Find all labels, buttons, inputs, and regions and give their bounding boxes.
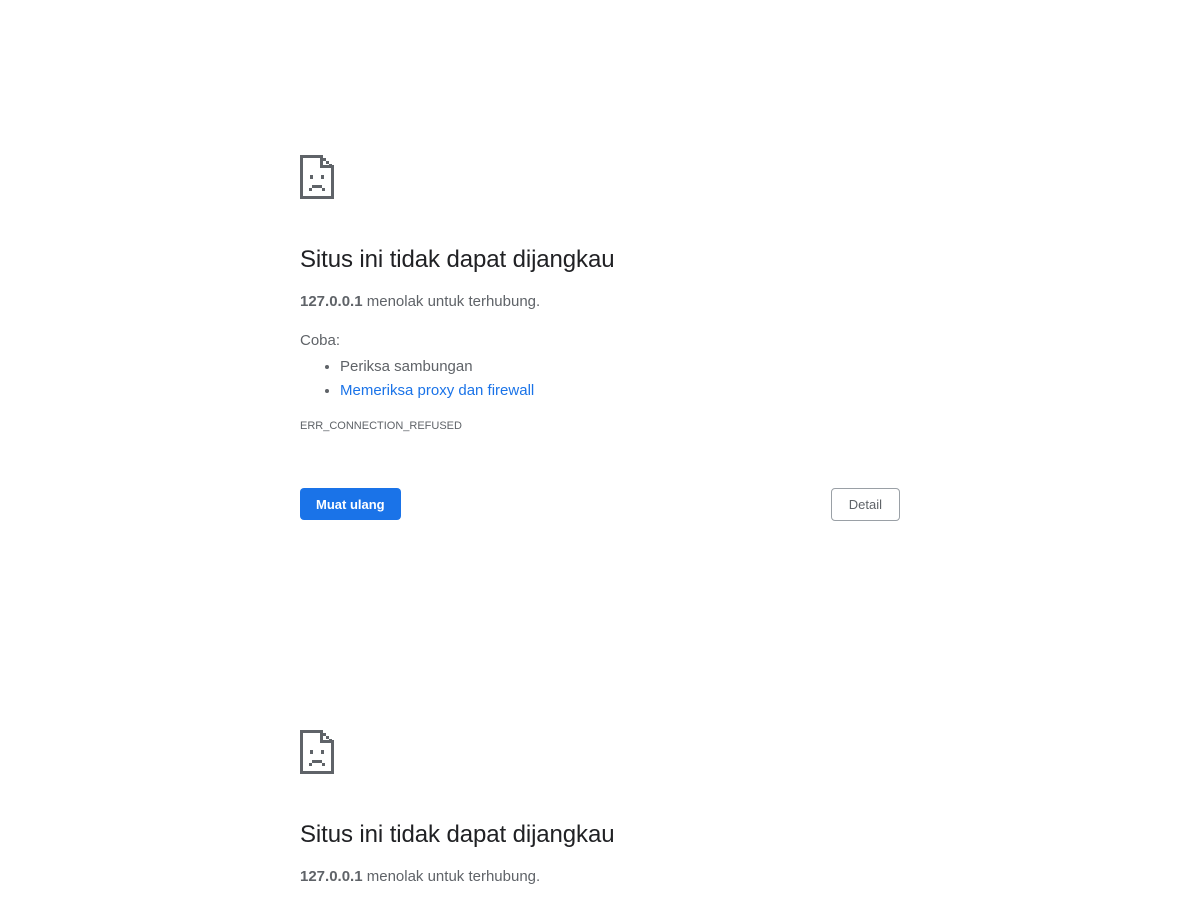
- check-proxy-firewall-link[interactable]: Memeriksa proxy dan firewall: [340, 382, 534, 399]
- error-host: 127.0.0.1: [300, 868, 363, 885]
- suggestion-check-connection: Periksa sambungan: [340, 355, 900, 379]
- error-summary-text: menolak untuk terhubung.: [362, 293, 541, 310]
- reload-button[interactable]: Muat ulang: [300, 488, 401, 520]
- error-page-main: Situs ini tidak dapat dijangkau 127.0.0.…: [300, 155, 900, 522]
- sad-page-icon: [300, 155, 334, 199]
- error-page-duplicate: Situs ini tidak dapat dijangkau 127.0.0.…: [300, 730, 900, 887]
- error-summary: 127.0.0.1 menolak untuk terhubung.: [300, 292, 900, 312]
- suggestion-check-proxy-item: Memeriksa proxy dan firewall: [340, 379, 900, 403]
- error-host: 127.0.0.1: [300, 293, 363, 310]
- suggestions-list: Periksa sambungan Memeriksa proxy dan fi…: [300, 355, 900, 403]
- suggestions-heading: Coba:: [300, 332, 341, 349]
- button-row: Muat ulang Detail: [300, 488, 900, 522]
- sad-page-icon: [300, 730, 334, 774]
- details-button[interactable]: Detail: [830, 488, 900, 521]
- error-title: Situs ini tidak dapat dijangkau: [300, 246, 615, 273]
- error-code: ERR_CONNECTION_REFUSED: [300, 420, 462, 432]
- error-summary-text: menolak untuk terhubung.: [362, 868, 541, 885]
- error-title: Situs ini tidak dapat dijangkau: [300, 821, 615, 848]
- error-summary: 127.0.0.1 menolak untuk terhubung.: [300, 867, 900, 887]
